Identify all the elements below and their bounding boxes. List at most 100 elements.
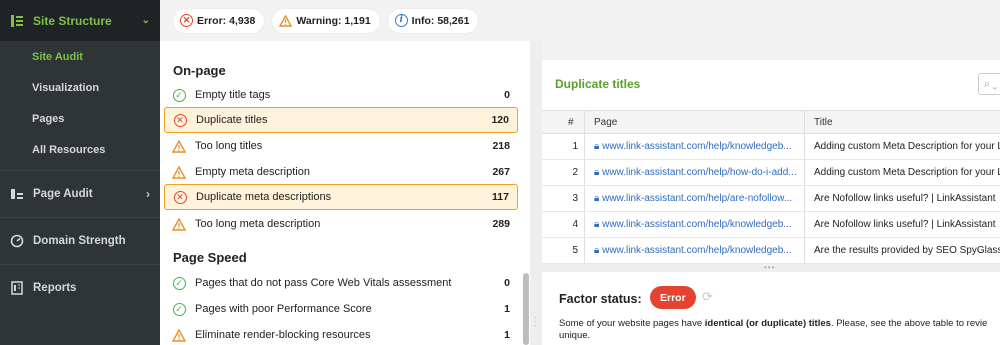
sidebar-header-label: Site Structure	[33, 13, 112, 28]
scrollbar-thumb[interactable]	[523, 273, 529, 345]
info-summary-label: Info: 58,261	[411, 14, 470, 27]
sidebar-item-all-resources[interactable]: All Resources	[0, 134, 160, 165]
check-icon: ✓	[172, 276, 186, 290]
warning-summary-badge[interactable]: Warning: 1,191	[272, 8, 380, 33]
factor-row-empty-title-tags[interactable]: ✓ Empty title tags 0	[164, 82, 518, 108]
factor-label: Eliminate render-blocking resources	[195, 329, 371, 341]
factor-description: Some of your website pages have identica…	[559, 318, 999, 330]
drag-handle-icon[interactable]: •••	[764, 263, 775, 272]
page-url: www.link-assistant.com/help/knowledgeb..…	[602, 219, 792, 230]
table-row[interactable]: 3 🔒︎ www.link-assistant.com/help/are-nof…	[542, 186, 1000, 212]
lock-icon: 🔒︎	[594, 245, 600, 256]
factor-count: 267	[492, 166, 510, 178]
page-title: Are Nofollow links useful? | LinkAssista…	[814, 193, 996, 204]
sidebar-item-site-audit[interactable]: Site Audit	[0, 41, 160, 72]
column-header-num[interactable]: #	[568, 117, 574, 128]
refresh-icon[interactable]: ⟳	[702, 289, 713, 305]
search-input[interactable]: ⌕ ⌄	[978, 73, 1000, 95]
factor-label: Duplicate titles	[196, 114, 268, 126]
page-url-link[interactable]: 🔒︎ www.link-assistant.com/help/how-do-i-…	[594, 167, 804, 178]
sidebar-item-label: Domain Strength	[33, 235, 126, 247]
check-icon: ✓	[172, 88, 186, 102]
detail-panel: Duplicate titles ⌕ ⌄ # Page Title 1 🔒︎ w…	[542, 60, 1000, 264]
lock-icon: 🔒︎	[594, 167, 600, 178]
status-badge: Error	[650, 286, 696, 309]
page-url: www.link-assistant.com/help/are-nofollow…	[602, 193, 793, 204]
factor-count: 1	[504, 303, 510, 315]
error-summary-label: Error: 4,938	[197, 14, 256, 27]
page-url-link[interactable]: 🔒︎ www.link-assistant.com/help/knowledge…	[594, 245, 804, 256]
factor-label: Pages that do not pass Core Web Vitals a…	[195, 277, 452, 289]
lock-icon: 🔒︎	[594, 193, 600, 204]
page-title: Are Nofollow links useful? | LinkAssista…	[814, 219, 996, 230]
sidebar-item-reports[interactable]: Reports	[0, 264, 160, 311]
factor-label: Empty meta description	[195, 166, 310, 178]
horizontal-splitter[interactable]: •••	[542, 263, 1000, 272]
page-title: Are the results provided by SEO SpyGlass	[814, 245, 1000, 256]
sidebar-header-site-structure[interactable]: Site Structure ⌄	[0, 0, 160, 41]
factor-label: Empty title tags	[195, 89, 271, 101]
section-title-page-speed: Page Speed	[173, 250, 247, 265]
search-icon: ⌕ ⌄	[984, 78, 998, 90]
warning-icon	[172, 139, 186, 153]
page-audit-icon	[10, 187, 24, 201]
info-icon: i	[394, 14, 408, 27]
lock-icon: 🔒︎	[594, 141, 600, 152]
page-title: Adding custom Meta Description for your …	[814, 141, 1000, 152]
column-header-page[interactable]: Page	[594, 117, 617, 128]
warning-icon	[172, 328, 186, 342]
table-row[interactable]: 2 🔒︎ www.link-assistant.com/help/how-do-…	[542, 160, 1000, 186]
info-summary-badge[interactable]: i Info: 58,261	[387, 8, 479, 33]
column-header-title[interactable]: Title	[814, 117, 833, 128]
panel-splitter[interactable]: · · ·	[530, 41, 542, 345]
factor-row-empty-meta-description[interactable]: Empty meta description 267	[164, 159, 518, 185]
table-row[interactable]: 1 🔒︎ www.link-assistant.com/help/knowled…	[542, 134, 1000, 160]
factor-count: 289	[492, 218, 510, 230]
sidebar-item-domain-strength[interactable]: Domain Strength	[0, 217, 160, 264]
error-summary-badge[interactable]: ✕ Error: 4,938	[173, 8, 265, 33]
warning-icon	[172, 217, 186, 231]
sidebar-item-label: Page Audit	[33, 188, 93, 200]
row-number: 3	[572, 193, 578, 204]
sidebar-item-pages[interactable]: Pages	[0, 103, 160, 134]
factor-row-render-blocking[interactable]: Eliminate render-blocking resources 1	[164, 322, 518, 345]
gauge-icon	[10, 234, 24, 248]
factor-row-core-web-vitals[interactable]: ✓ Pages that do not pass Core Web Vitals…	[164, 270, 518, 296]
factor-count: 218	[492, 140, 510, 152]
page-url: www.link-assistant.com/help/how-do-i-add…	[602, 167, 797, 178]
row-number: 5	[572, 245, 578, 256]
error-icon: ✕	[173, 113, 187, 127]
drag-handle-icon[interactable]: · · ·	[534, 314, 537, 330]
site-structure-icon	[11, 14, 23, 27]
sidebar-item-page-audit[interactable]: Page Audit ›	[0, 170, 160, 217]
factor-count: 117	[492, 191, 509, 203]
page-url-link[interactable]: 🔒︎ www.link-assistant.com/help/knowledge…	[594, 141, 804, 152]
error-icon: ✕	[180, 14, 193, 27]
table-row[interactable]: 5 🔒︎ www.link-assistant.com/help/knowled…	[542, 238, 1000, 264]
lock-icon: 🔒︎	[594, 219, 600, 230]
page-url-link[interactable]: 🔒︎ www.link-assistant.com/help/are-nofol…	[594, 193, 804, 204]
row-number: 4	[572, 219, 578, 230]
page-url-link[interactable]: 🔒︎ www.link-assistant.com/help/knowledge…	[594, 219, 804, 230]
factors-panel: On-page ✓ Empty title tags 0 ✕ Duplicate…	[160, 41, 530, 345]
warning-summary-label: Warning: 1,191	[296, 14, 371, 27]
factor-row-poor-performance-score[interactable]: ✓ Pages with poor Performance Score 1	[164, 296, 518, 322]
factor-label: Too long meta description	[195, 218, 321, 230]
factor-label: Duplicate meta descriptions	[196, 191, 332, 203]
table-row[interactable]: 4 🔒︎ www.link-assistant.com/help/knowled…	[542, 212, 1000, 238]
factor-row-duplicate-meta-descriptions[interactable]: ✕ Duplicate meta descriptions 117	[164, 184, 518, 210]
report-icon	[10, 281, 24, 295]
factor-row-too-long-meta-description[interactable]: Too long meta description 289	[164, 211, 518, 237]
factor-count: 1	[504, 329, 510, 341]
factor-row-too-long-titles[interactable]: Too long titles 218	[164, 133, 518, 159]
factor-count: 0	[504, 89, 510, 101]
factor-row-duplicate-titles[interactable]: ✕ Duplicate titles 120	[164, 107, 518, 133]
section-title-onpage: On-page	[173, 63, 226, 78]
detail-title: Duplicate titles	[555, 77, 641, 91]
row-number: 2	[572, 167, 578, 178]
sidebar-item-visualization[interactable]: Visualization	[0, 72, 160, 103]
factor-count: 0	[504, 277, 510, 289]
sidebar: Site Structure ⌄ Site Audit Visualizatio…	[0, 0, 160, 345]
description-text: Some of your website pages have	[559, 318, 705, 329]
factor-label: Pages with poor Performance Score	[195, 303, 372, 315]
